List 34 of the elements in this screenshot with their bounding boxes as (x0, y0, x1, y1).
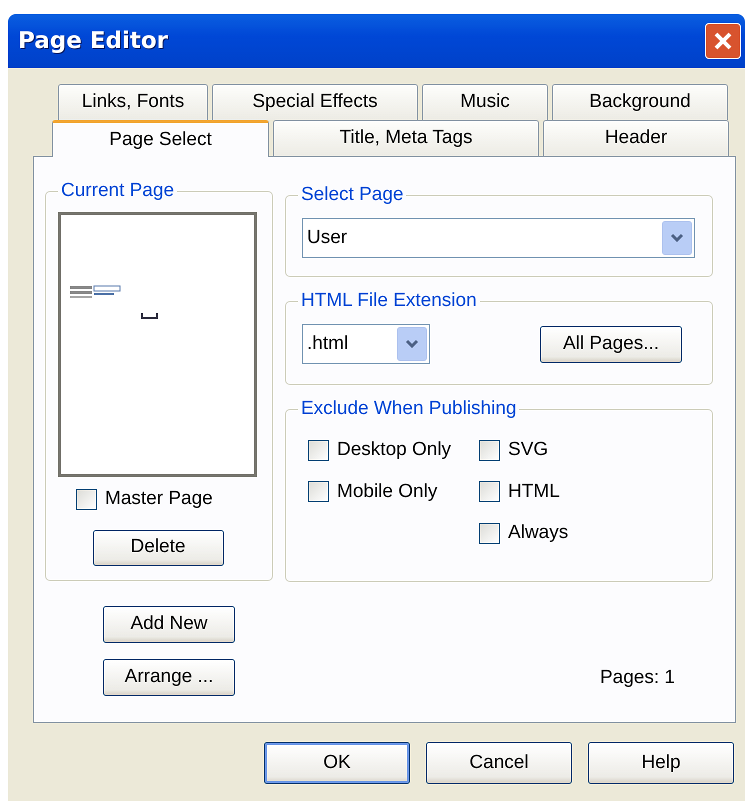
tab[interactable]: Special Effects (212, 84, 418, 120)
checkbox-label: Mobile Only (337, 480, 438, 504)
checkbox-label: SVG (508, 438, 548, 462)
tab[interactable]: Background (552, 84, 728, 120)
pages-count: Pages: 1 (600, 666, 675, 690)
group-title: Select Page (298, 183, 406, 207)
side-button[interactable]: Add New (103, 606, 235, 643)
checkbox-label: HTML (508, 480, 560, 504)
side-button[interactable]: Arrange ... (103, 659, 235, 696)
tab[interactable]: Links, Fonts (58, 84, 208, 120)
tab[interactable]: Music (422, 84, 548, 120)
checkbox[interactable] (479, 440, 500, 461)
extension-dropdown[interactable]: .html (302, 324, 430, 364)
window-title: Page Editor (18, 26, 168, 56)
checkbox[interactable] (479, 522, 500, 544)
select-page-dropdown[interactable]: User (302, 218, 695, 258)
checkbox[interactable] (308, 440, 329, 461)
delete-button[interactable]: Delete (92, 530, 224, 566)
dialog-button[interactable]: Help (588, 742, 734, 784)
close-icon (712, 30, 734, 52)
group-title: Exclude When Publishing (298, 397, 520, 421)
tab[interactable]: Title, Meta Tags (273, 120, 539, 156)
checkbox-label: Always (508, 521, 568, 545)
checkbox[interactable] (479, 481, 500, 502)
dialog-button[interactable]: OK (264, 742, 410, 784)
all-pages-button[interactable]: All Pages... (540, 326, 682, 362)
tab[interactable]: Page Select (52, 120, 269, 157)
dialog-button[interactable]: Cancel (426, 742, 572, 784)
tab[interactable]: Header (543, 120, 729, 156)
checkbox-label: Master Page (105, 487, 213, 511)
checkbox-label: Desktop Only (337, 438, 452, 462)
master-page-checkbox[interactable] (76, 488, 97, 510)
checkbox[interactable] (308, 481, 329, 502)
close-button[interactable] (705, 23, 741, 59)
